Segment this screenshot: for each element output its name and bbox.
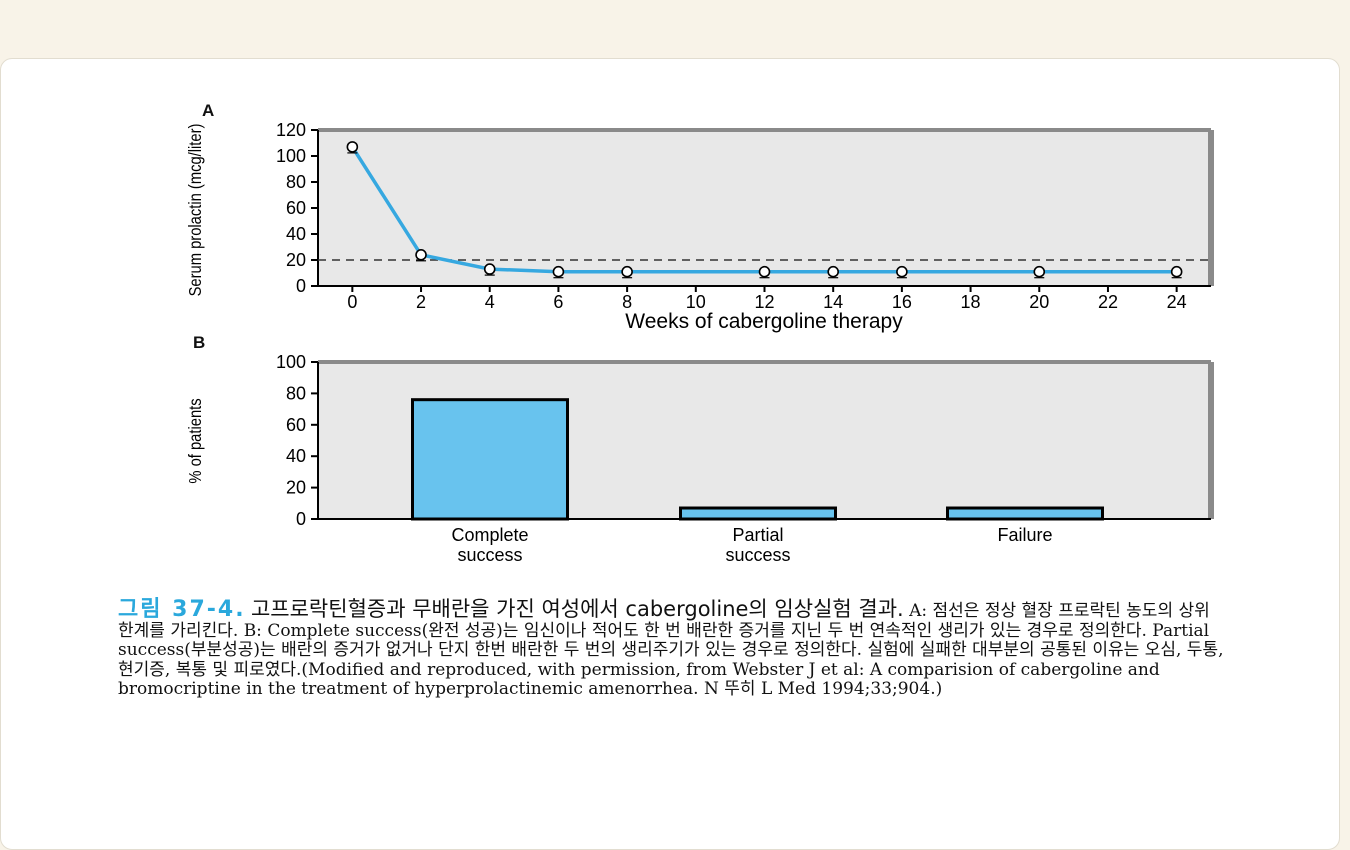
panel-a-y-ticks: 0 20 40 60 80 100 120 xyxy=(276,120,318,296)
x-tick-label: 10 xyxy=(686,292,706,312)
panel-a-letter: A xyxy=(202,101,214,120)
category-label: Failure xyxy=(997,525,1052,545)
y-tick-label: 40 xyxy=(286,224,306,244)
data-point xyxy=(1170,265,1183,278)
data-point xyxy=(621,265,633,278)
figure-caption: 그림 37-4. 고프로락틴혈증과 무배란을 가진 여성에서 cabergoli… xyxy=(118,597,1228,700)
category-label: Complete xyxy=(451,525,528,545)
y-tick-label: 80 xyxy=(286,172,306,192)
y-tick-label: 100 xyxy=(276,352,306,372)
data-point xyxy=(552,265,565,278)
x-tick-label: 22 xyxy=(1098,292,1118,312)
data-point xyxy=(483,263,496,275)
category-label: success xyxy=(457,545,522,565)
panel-a-x-ticks: 0 2 4 6 8 10 12 14 16 18 20 22 24 xyxy=(347,286,1187,312)
x-tick-label: 24 xyxy=(1167,292,1187,312)
category-label: success xyxy=(725,545,790,565)
figure-number: 그림 37-4. xyxy=(118,597,246,622)
x-tick-label: 2 xyxy=(416,292,426,312)
panel-b-letter: B xyxy=(193,333,205,352)
x-tick-label: 18 xyxy=(961,292,981,312)
y-tick-label: 120 xyxy=(276,120,306,140)
data-point xyxy=(758,265,771,278)
x-tick-label: 12 xyxy=(754,292,774,312)
y-tick-label: 80 xyxy=(286,383,306,403)
y-tick-label: 0 xyxy=(296,276,306,296)
figure-svg: A 020406080100120 0 2 4 6 8 10 12 14 16 18 20 22 24 … xyxy=(186,101,1214,565)
y-tick-label: 40 xyxy=(286,446,306,466)
x-tick-label: 8 xyxy=(622,292,632,312)
panel-b-category-labels: CompletesuccessPartialsuccessFailure xyxy=(451,525,1052,565)
y-tick-label: 100 xyxy=(276,146,306,166)
data-point xyxy=(415,249,427,261)
data-point xyxy=(346,141,359,153)
data-point xyxy=(896,265,908,278)
panel-a-x-label: Weeks of cabergoline therapy xyxy=(625,310,903,333)
category-label: Partial xyxy=(732,525,783,545)
x-tick-label: 0 xyxy=(347,292,357,312)
y-tick-label: 20 xyxy=(286,250,306,270)
panel-b-y-ticks: 0 20 40 60 80 100 xyxy=(276,352,318,529)
caption-title: 고프로락틴혈증과 무배란을 가진 여성에서 cabergoline의 임상실험 … xyxy=(250,597,904,621)
data-point xyxy=(827,265,839,278)
x-tick-label: 16 xyxy=(892,292,912,312)
bar xyxy=(411,398,569,521)
data-point xyxy=(1033,265,1046,278)
panel-a-y-label: Serum prolactin (mcg/liter) xyxy=(186,124,206,297)
x-tick-label: 4 xyxy=(485,292,495,312)
y-tick-label: 60 xyxy=(286,415,306,435)
x-tick-label: 14 xyxy=(823,292,843,312)
x-tick-label: 20 xyxy=(1029,292,1049,312)
y-tick-label: 20 xyxy=(286,478,306,498)
y-tick-label: 60 xyxy=(286,198,306,218)
x-tick-label: 6 xyxy=(553,292,563,312)
panel-b-y-label: % of patients xyxy=(186,398,206,483)
bar xyxy=(946,506,1104,521)
y-tick-label: 0 xyxy=(296,509,306,529)
bar xyxy=(679,506,837,521)
